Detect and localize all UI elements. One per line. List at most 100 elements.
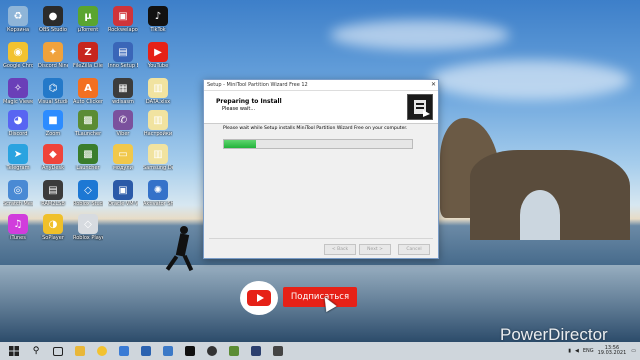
desktop-icon[interactable]: ▥Samsung DeX bbox=[143, 144, 173, 171]
desktop-icon[interactable]: ▩ Launcher bbox=[73, 144, 103, 171]
desktop-icon[interactable]: ● OBS Studio bbox=[38, 6, 68, 33]
next-button[interactable]: Next > bbox=[359, 244, 391, 255]
desktop-icon[interactable]: ■ Zoom bbox=[38, 110, 68, 137]
desktop-icon[interactable]: ▭ модули bbox=[108, 144, 138, 171]
close-icon[interactable]: ✕ bbox=[431, 80, 436, 90]
filezilla-icon: Z bbox=[78, 42, 98, 62]
desktop-icon[interactable]: ◉Google Chrome bbox=[3, 42, 33, 69]
desktop-icon-label: Google Chrome bbox=[3, 63, 33, 69]
desktop-icon[interactable]: ♫ iTunes bbox=[3, 214, 33, 241]
desktop-icon[interactable]: ▣Rockwelapo... bbox=[108, 6, 138, 33]
desktop-icon-label: Magic Viewer bbox=[3, 99, 33, 105]
discord-icon: ◕ bbox=[8, 110, 28, 130]
desktop-icon[interactable]: ▥ DATA.xlsx bbox=[143, 78, 173, 105]
subscribe-button[interactable]: Подписаться bbox=[283, 287, 357, 307]
file-explorer-icon[interactable] bbox=[72, 344, 88, 358]
roblox-icon: ◇ bbox=[78, 180, 98, 200]
setup-taskbar-icon[interactable] bbox=[270, 344, 286, 358]
chrome-taskbar-icon[interactable] bbox=[94, 344, 110, 358]
desktop-icon-label: Samsung DeX bbox=[143, 165, 173, 171]
folder-icon: ▣ bbox=[113, 6, 133, 26]
volume-icon[interactable]: ◀ bbox=[575, 348, 579, 354]
desktop-icon[interactable]: ♪ TikTok bbox=[143, 6, 173, 33]
vscode-icon: ⌬ bbox=[43, 78, 63, 98]
powerdirector-taskbar-icon[interactable] bbox=[248, 344, 264, 358]
obs-taskbar-icon[interactable] bbox=[204, 344, 220, 358]
zoom-icon: ■ bbox=[43, 110, 63, 130]
virtualbox-icon: ▣ bbox=[113, 180, 133, 200]
desktop-icon[interactable]: ▤Inno Setup Edit bbox=[108, 42, 138, 69]
setup-message: Please wait while Setup installs MiniToo… bbox=[223, 126, 408, 131]
desktop-icon[interactable]: A Auto Clicker bbox=[73, 78, 103, 105]
network-icon[interactable]: ▮ bbox=[568, 348, 571, 354]
desktop-icon[interactable]: ♻ Корзина bbox=[3, 6, 33, 33]
tray-language[interactable]: ENG bbox=[583, 348, 594, 354]
desktop-icon[interactable]: ▶ YouTube bbox=[143, 42, 173, 69]
desktop-icon[interactable]: ⌬Visual Studio Code bbox=[38, 78, 68, 105]
desktop-icon[interactable]: ◑ SoPlayer bbox=[38, 214, 68, 241]
desktop-icon-label: Корзина bbox=[6, 27, 30, 33]
cancel-button[interactable]: Cancel bbox=[398, 244, 430, 255]
mail-icon[interactable] bbox=[138, 344, 154, 358]
desktop-icon[interactable]: ◕ Discord bbox=[3, 110, 33, 137]
desktop-icon-label: Zoom bbox=[45, 131, 61, 137]
system-tray: ▮ ◀ ENG 13:56 19.03.2021 ▭ bbox=[568, 342, 636, 360]
folder-icon: ▭ bbox=[113, 144, 133, 164]
desktop-icon[interactable]: ✧ Magic Viewer bbox=[3, 78, 33, 105]
recycle-bin-icon: ♻ bbox=[8, 6, 28, 26]
app-taskbar-icon[interactable] bbox=[160, 344, 176, 358]
itunes-icon: ♫ bbox=[8, 214, 28, 234]
viber-icon: ✆ bbox=[113, 110, 133, 130]
desktop-icon[interactable]: ◆ AnyDesk bbox=[38, 144, 68, 171]
wdisasm-icon: ▦ bbox=[113, 78, 133, 98]
desktop-icon-label: TikTok bbox=[150, 27, 166, 33]
app-icon: ✺ bbox=[148, 180, 168, 200]
back-button[interactable]: < Back bbox=[324, 244, 356, 255]
desktop-icon[interactable]: ◇Roblox Studio bbox=[73, 180, 103, 207]
desktop-icon[interactable]: ZFileZilla Client bbox=[73, 42, 103, 69]
desktop-icon[interactable]: ▩ TLauncher bbox=[73, 110, 103, 137]
autoclicker-icon: A bbox=[78, 78, 98, 98]
start-button-icon[interactable] bbox=[6, 344, 22, 358]
setup-window[interactable]: Setup - MiniTool Partition Wizard Free 1… bbox=[203, 79, 439, 259]
desktop-icon[interactable]: ✺Aktivator ShaeAreDL bbox=[143, 180, 173, 207]
store-icon[interactable] bbox=[116, 344, 132, 358]
clock[interactable]: 13:56 19.03.2021 bbox=[598, 346, 627, 356]
desktop-icon[interactable]: ▥ Настройки bbox=[143, 110, 173, 137]
minecraft-taskbar-icon[interactable] bbox=[226, 344, 242, 358]
desktop-icon-label: модули bbox=[113, 165, 133, 171]
desktop-icon-label: AnyDesk bbox=[42, 165, 64, 171]
desktop-icon[interactable]: ▣Oracle VM VirtualBox bbox=[108, 180, 138, 207]
desktop-icon-label: OBS Studio bbox=[39, 27, 67, 33]
desktop-icon-label: Roblox Studio bbox=[73, 201, 103, 207]
desktop-icon-label: iTunes bbox=[10, 235, 26, 241]
desktop-icon[interactable]: ✆ Viber bbox=[108, 110, 138, 137]
youtube-logo-icon[interactable] bbox=[240, 281, 278, 315]
search-icon[interactable]: ⚲ bbox=[28, 344, 44, 358]
file-icon: ▥ bbox=[148, 78, 168, 98]
innosetup-icon: ▤ bbox=[113, 42, 133, 62]
desktop-icon-label: Rockwelapo... bbox=[108, 27, 138, 33]
tiktok-taskbar-icon[interactable] bbox=[182, 344, 198, 358]
desktop-icon[interactable]: ◇Roblox Player bbox=[73, 214, 103, 241]
desktop-icon-label: Viber bbox=[116, 131, 130, 137]
desktop-icon[interactable]: µ µTorrent bbox=[73, 6, 103, 33]
desktop-icon[interactable]: ➤ Telegram bbox=[3, 144, 33, 171]
task-view-icon[interactable] bbox=[50, 344, 66, 358]
desktop-icon[interactable]: ✦Discord Ninety bbox=[38, 42, 68, 69]
window-titlebar[interactable]: Setup - MiniTool Partition Wizard Free 1… bbox=[204, 80, 438, 91]
desktop-icon-label: Discord bbox=[8, 131, 28, 137]
install-progress-bar bbox=[223, 139, 413, 149]
desktop-icon-label: SoPlayer bbox=[42, 235, 64, 241]
chrome-icon: ◉ bbox=[8, 42, 28, 62]
desktop-icon-label: wdisasm bbox=[112, 99, 134, 105]
desktop-icon-label: Auto Clicker bbox=[73, 99, 103, 105]
desktop-icon[interactable]: ◎ Scratch Mess bbox=[3, 180, 33, 207]
setup-subheading: Please wait... bbox=[222, 106, 256, 112]
desktop-icon-label: Visual Studio Code bbox=[38, 99, 68, 105]
desktop-icon-label: Launcher bbox=[76, 165, 100, 171]
desktop-icon[interactable]: ▤ RAM2LSB bbox=[38, 180, 68, 207]
notifications-icon[interactable]: ▭ bbox=[631, 348, 636, 354]
desktop-icon[interactable]: ▦ wdisasm bbox=[108, 78, 138, 105]
settings-file-icon: ▥ bbox=[148, 110, 168, 130]
